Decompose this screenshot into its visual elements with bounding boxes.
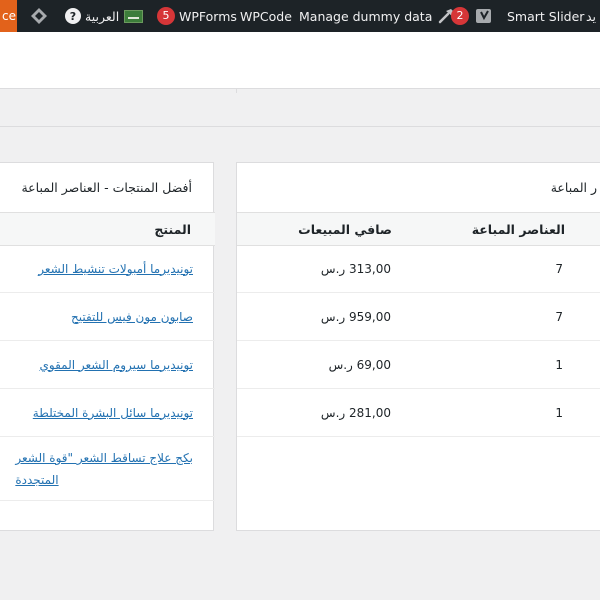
- items-sold-value: 1: [555, 357, 563, 372]
- table-row: صابون مون فيس للتفتيح: [0, 293, 215, 341]
- net-sales-value: 281,00 ر.س: [320, 405, 391, 420]
- product-link[interactable]: تونيديرما سائل البشرة المختلطة: [33, 406, 193, 420]
- product-link[interactable]: بكج علاج تساقط الشعر "قوة الشعر: [15, 447, 193, 469]
- table-row: 7 959,00 ر.س: [237, 293, 600, 341]
- admin-bar-cut-label: ce: [2, 9, 16, 23]
- language-label: العربية: [85, 8, 120, 24]
- table-row: تونيديرما سائل البشرة المختلطة: [0, 389, 215, 437]
- diamond-icon[interactable]: [30, 0, 48, 32]
- header-divider: [0, 88, 600, 89]
- top-products-table-header: المنتج: [0, 212, 215, 246]
- admin-bar: ce ? العربية 5 WPForms WPCode Manage dum…: [0, 0, 600, 32]
- table-row: 7 313,00 ر.س: [237, 245, 600, 293]
- items-sold-value: 1: [555, 405, 563, 420]
- top-products-title: أفضل المنتجات - العناصر المباعة: [21, 180, 192, 195]
- smart-slider-menu[interactable]: Smart Slider: [507, 0, 584, 32]
- updates-menu[interactable]: 2: [451, 0, 469, 32]
- items-sold-value: 7: [555, 261, 563, 276]
- items-sold-table-header: العناصر المباعة صافي المبيعات: [237, 212, 600, 246]
- wpforms-menu[interactable]: 5 WPForms: [157, 0, 237, 32]
- table-row: تونيديرما أمبولات تنشيط الشعر: [0, 245, 215, 293]
- admin-bar-cut-right[interactable]: يد: [586, 0, 600, 32]
- smart-slider-label: Smart Slider: [507, 8, 585, 24]
- table-row: بكج علاج تساقط الشعر "قوة الشعر المتجددة: [0, 437, 215, 501]
- items-sold-card: ر المباعة العناصر المباعة صافي المبيعات …: [236, 162, 600, 531]
- section-divider: [0, 126, 600, 127]
- table-row: 1 281,00 ر.س: [237, 389, 600, 437]
- manage-dummy-data-menu[interactable]: Manage dummy data: [299, 0, 456, 32]
- admin-bar-cut-item[interactable]: ce: [0, 0, 17, 32]
- wpforms-label: WPForms: [179, 8, 237, 24]
- net-sales-value: 313,00 ر.س: [320, 261, 391, 276]
- product-link[interactable]: صابون مون فيس للتفتيح: [71, 310, 193, 324]
- column-items-sold[interactable]: العناصر المباعة: [472, 213, 565, 245]
- items-sold-title: ر المباعة: [550, 180, 597, 195]
- help-icon: ?: [65, 8, 81, 24]
- wpcode-menu[interactable]: WPCode: [240, 0, 292, 32]
- wpcode-label: WPCode: [240, 8, 292, 24]
- flag-icon: [124, 9, 144, 23]
- net-sales-value: 69,00 ر.س: [328, 357, 391, 372]
- product-link[interactable]: تونيديرما سيروم الشعر المقوي: [39, 358, 193, 372]
- product-link[interactable]: تونيديرما أمبولات تنشيط الشعر: [38, 262, 193, 276]
- column-product[interactable]: المنتج: [154, 213, 191, 245]
- yoast-icon[interactable]: [475, 0, 493, 32]
- language-switcher[interactable]: ? العربية: [65, 0, 144, 32]
- table-row: تونيديرما سيروم الشعر المقوي: [0, 341, 215, 389]
- wpforms-badge: 5: [157, 7, 175, 25]
- header-notch: [236, 88, 237, 93]
- manage-dummy-data-label: Manage dummy data: [299, 8, 433, 24]
- net-sales-value: 959,00 ر.س: [320, 309, 391, 324]
- column-net-sales[interactable]: صافي المبيعات: [298, 213, 392, 245]
- page-header: [0, 32, 600, 88]
- items-sold-value: 7: [555, 309, 563, 324]
- updates-badge: 2: [451, 7, 469, 25]
- product-link-continued[interactable]: المتجددة: [15, 469, 58, 491]
- top-products-card: أفضل المنتجات - العناصر المباعة المنتج ت…: [0, 162, 215, 531]
- admin-bar-cut-right-label: يد: [586, 8, 597, 24]
- table-row: 1 69,00 ر.س: [237, 341, 600, 389]
